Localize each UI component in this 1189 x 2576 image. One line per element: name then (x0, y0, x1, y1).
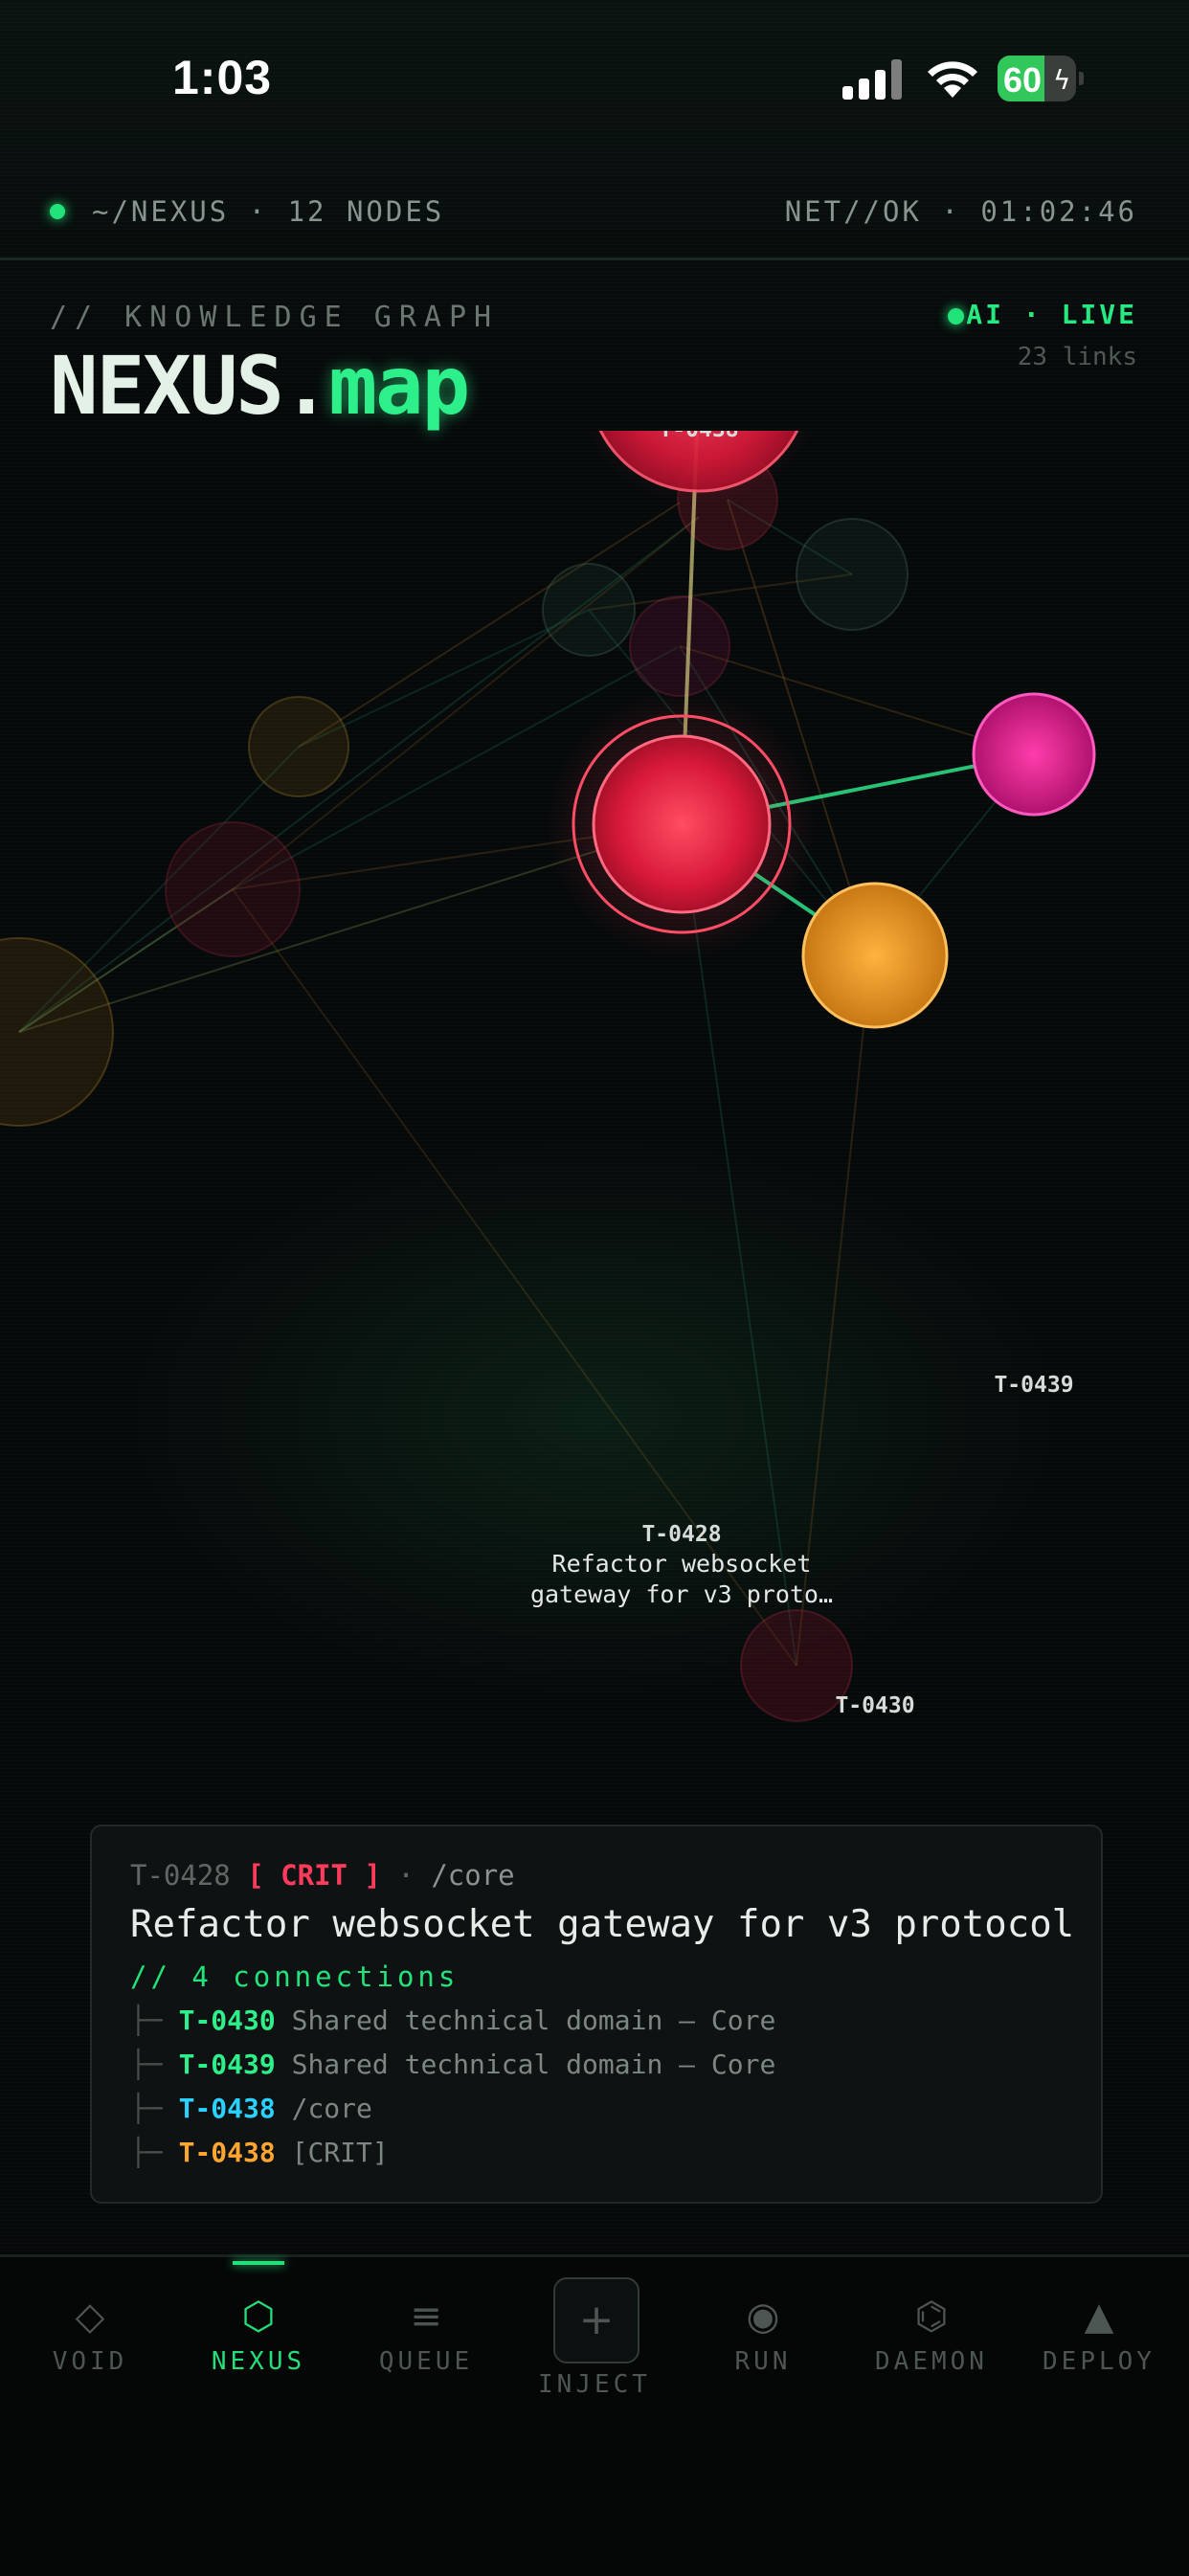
nav-queue[interactable]: ≡ QUEUE (354, 2290, 498, 2376)
panel-meta: T-0428 [ CRIT ] · /core (130, 1859, 515, 1892)
link-count: 23 links (1017, 343, 1137, 371)
node-detail-panel[interactable]: T-0428 [ CRIT ] · /core Refactor websock… (90, 1825, 1103, 2204)
nav-daemon[interactable]: ⌬ DAEMON (860, 2290, 1003, 2376)
graph-node-dim (629, 595, 730, 697)
nav-label: NEXUS (211, 2347, 306, 2376)
wifi-icon (928, 61, 977, 98)
ai-live-dot-icon (948, 308, 964, 325)
panel-node-id: T-0428 (130, 1859, 231, 1892)
battery-icon: 60 ϟ (998, 56, 1084, 101)
cellular-signal-icon (842, 59, 902, 100)
graph-node-dim (248, 696, 349, 797)
ai-live-badge: AI · LIVE (966, 299, 1137, 330)
active-tab-indicator (233, 2261, 284, 2265)
crit-badge: [ CRIT ] (247, 1859, 381, 1892)
knowledge-graph[interactable]: T-0438 T-0439 T-0428 Refactor websocket … (0, 431, 1189, 1790)
battery-percent: 60 (1003, 60, 1043, 100)
online-dot-icon (50, 204, 65, 219)
plus-icon: + (578, 2296, 615, 2344)
nav-label: VOID (52, 2347, 128, 2376)
graph-node-dim (165, 821, 301, 957)
status-time: 1:03 (172, 51, 273, 104)
charging-bolt-icon: ϟ (1053, 64, 1071, 96)
nav-nexus[interactable]: ⬡ NEXUS (187, 2290, 330, 2376)
nav-void[interactable]: ◇ VOID (18, 2290, 162, 2376)
nav-label: RUN (734, 2347, 792, 2376)
panel-path: /core (431, 1859, 515, 1892)
section-label: // KNOWLEDGE GRAPH (50, 301, 500, 334)
nav-run[interactable]: ◉ RUN (691, 2290, 835, 2376)
net-status-clock: NET//OK · 01:02:46 (784, 195, 1137, 228)
graph-node-dim (0, 937, 114, 1127)
graph-node-t0438[interactable]: T-0438 (574, 431, 823, 505)
node-caption-line1: Refactor websocket (552, 1550, 812, 1578)
connection-row[interactable]: ├─ T-0438 [CRIT] (130, 2137, 389, 2168)
nav-deploy[interactable]: ▲ DEPLOY (1027, 2290, 1171, 2376)
connection-row[interactable]: ├─ T-0439 Shared technical domain — Core (130, 2049, 775, 2080)
node-label-t0430: T-0430 (835, 1693, 914, 1718)
hexagon-icon: ⬡ (241, 2295, 276, 2339)
panel-title: Refactor websocket gateway for v3 protoc… (130, 1903, 1075, 1946)
list-icon: ≡ (410, 2295, 442, 2339)
header-divider (0, 258, 1189, 260)
node-label-t0438: T-0438 (659, 431, 738, 442)
graph-node-dim (796, 518, 909, 631)
nav-label: DAEMON (875, 2347, 988, 2376)
inject-button[interactable]: + (553, 2277, 639, 2363)
benzene-icon: ⌬ (914, 2295, 949, 2339)
record-icon: ◉ (746, 2295, 780, 2339)
nav-label: QUEUE (378, 2347, 474, 2376)
node-caption-line2: gateway for v3 proto… (530, 1580, 833, 1608)
node-label-t0428: T-0428 (641, 1522, 721, 1547)
diamond-icon: ◇ (75, 2295, 105, 2339)
nav-label: DEPLOY (1043, 2347, 1155, 2376)
nav-label-inject: INJECT (538, 2370, 651, 2399)
node-label-t0439: T-0439 (994, 1373, 1073, 1398)
connections-label: // 4 connections (130, 1960, 460, 1993)
triangle-icon: ▲ (1084, 2295, 1114, 2339)
graph-node-t0439[interactable]: T-0439 (972, 692, 1096, 1398)
page-title: NEXUS.map (50, 339, 470, 433)
connection-row[interactable]: ├─ T-0438 /core (130, 2093, 372, 2124)
connection-row[interactable]: ├─ T-0430 Shared technical domain — Core (130, 2005, 775, 2036)
graph-node-t0428[interactable]: T-0428 Refactor websocket gateway for v3… (530, 690, 833, 1608)
background-edges (18, 499, 1035, 1667)
graph-node-dim (542, 563, 636, 657)
node-path: ~/NEXUS · 12 NODES (92, 195, 445, 228)
